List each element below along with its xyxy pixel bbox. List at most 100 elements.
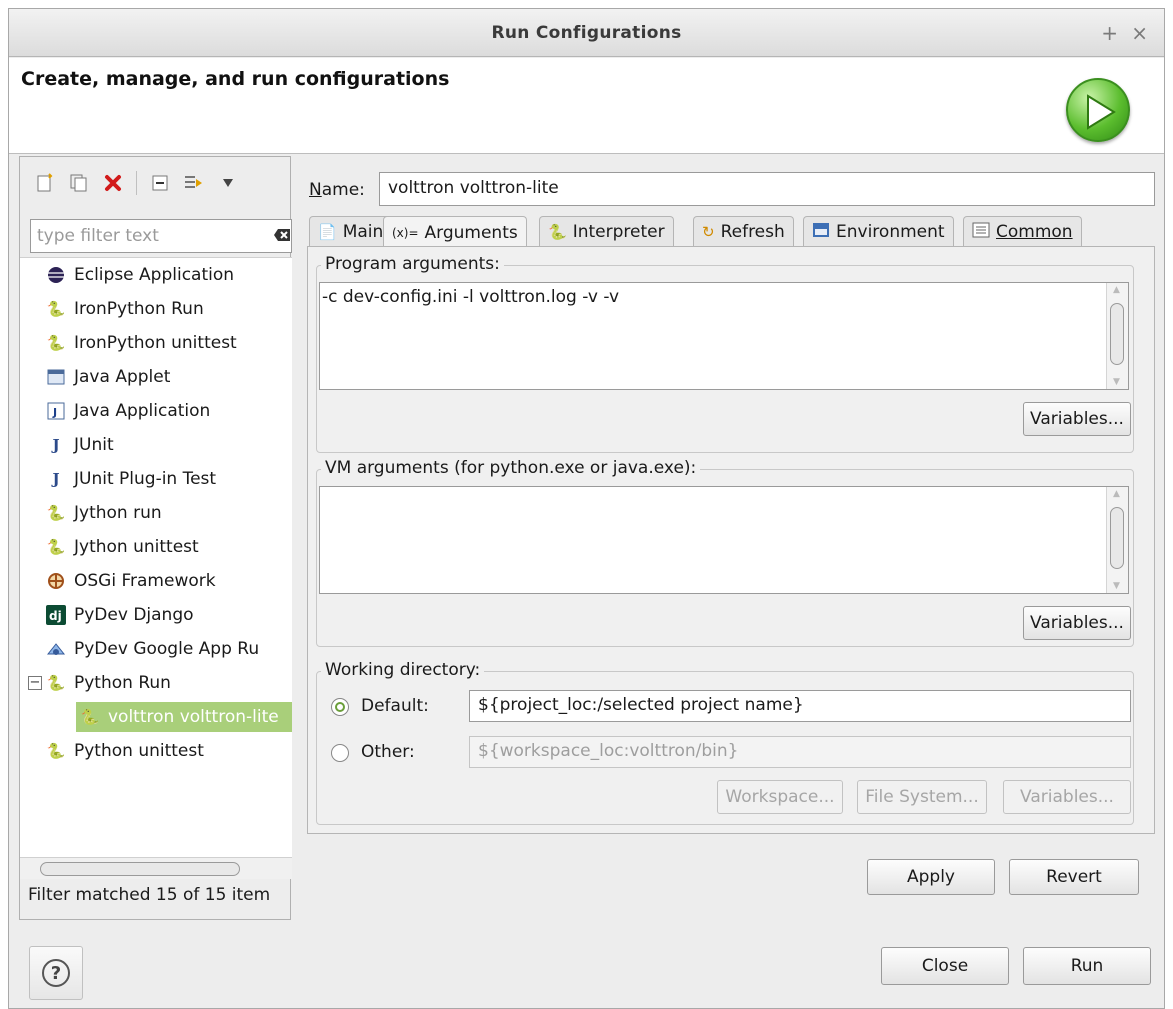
clear-filter-icon[interactable] <box>273 227 291 247</box>
program-arguments-value: -c dev-config.ini -l volttron.log -v -v <box>322 287 620 307</box>
vm-variables-button[interactable]: Variables... <box>1023 606 1131 640</box>
collapse-python-run-icon[interactable]: − <box>28 676 42 690</box>
python-unittest-icon: 🐍 <box>46 742 66 760</box>
configuration-list-panel: type filter text Eclipse Application 🐍 I… <box>19 156 292 920</box>
name-field[interactable]: volttron volttron-lite <box>379 172 1155 206</box>
banner-heading: Create, manage, and run configurations <box>21 68 450 90</box>
tab-refresh[interactable]: ↻ Refresh <box>693 216 794 246</box>
help-button[interactable]: ? <box>29 946 83 1000</box>
tree-item-label: Python Run <box>74 673 171 693</box>
filter-placeholder: type filter text <box>37 226 159 246</box>
tree-item-java-applet[interactable]: Java Applet <box>46 362 170 392</box>
program-arguments-textarea[interactable]: -c dev-config.ini -l volttron.log -v -v … <box>319 282 1129 390</box>
workspace-button[interactable]: Workspace... <box>717 780 843 814</box>
vm-arguments-textarea[interactable]: ▲ ▼ <box>319 486 1129 594</box>
scrollbar-thumb[interactable] <box>1110 507 1124 569</box>
close-icon[interactable]: × <box>1131 21 1148 45</box>
default-label: Default: <box>361 696 429 716</box>
tree-item-junit-plugin-test[interactable]: J JUnit Plug-in Test <box>46 464 216 494</box>
run-button[interactable]: Run <box>1023 947 1151 985</box>
working-dir-variables-button[interactable]: Variables... <box>1003 780 1131 814</box>
scroll-down-icon[interactable]: ▼ <box>1113 377 1120 387</box>
header-banner: Create, manage, and run configurations <box>9 58 1164 154</box>
environment-icon <box>812 222 830 242</box>
scroll-up-icon[interactable]: ▲ <box>1113 285 1120 295</box>
program-arguments-group: Program arguments: -c dev-config.ini -l … <box>316 254 1134 453</box>
refresh-icon: ↻ <box>702 222 715 241</box>
maximize-icon[interactable]: + <box>1101 21 1118 45</box>
svg-text:dj: dj <box>49 609 62 623</box>
tree-item-ironpython-unittest[interactable]: 🐍 IronPython unittest <box>46 328 237 358</box>
window-title: Run Configurations <box>491 22 682 43</box>
vm-arguments-scrollbar[interactable]: ▲ ▼ <box>1106 487 1128 593</box>
config-tabs: 📄 Main (x)= Arguments 🐍 Interpreter ↻ Re… <box>309 216 1085 248</box>
tree-item-pydev-django[interactable]: dj PyDev Django <box>46 600 194 630</box>
tree-item-python-run[interactable]: 🐍 Python Run <box>46 668 171 698</box>
vm-arguments-group: VM arguments (for python.exe or java.exe… <box>316 458 1134 647</box>
tree-item-label: PyDev Django <box>74 605 194 625</box>
tree-item-label: Java Applet <box>74 367 171 387</box>
tree-item-eclipse-application[interactable]: Eclipse Application <box>46 260 234 290</box>
vm-arguments-label: VM arguments (for python.exe or java.exe… <box>321 458 701 478</box>
svg-text:J: J <box>52 406 57 419</box>
file-system-button[interactable]: File System... <box>857 780 987 814</box>
tree-item-volttron-volttron-lite[interactable]: 🐍 volttron volttron-lite <box>76 702 292 732</box>
main-tab-icon: 📄 <box>318 222 337 241</box>
tree-item-junit[interactable]: J JUnit <box>46 430 114 460</box>
program-variables-button[interactable]: Variables... <box>1023 402 1131 436</box>
scrollbar-thumb[interactable] <box>40 862 240 876</box>
tree-item-jython-run[interactable]: 🐍 Jython run <box>46 498 162 528</box>
filter-menu-icon[interactable] <box>217 172 239 194</box>
tree-item-pydev-google-app[interactable]: PyDev Google App Ru <box>46 634 259 664</box>
other-directory-field[interactable]: ${workspace_loc:volttron/bin} <box>469 736 1131 768</box>
google-app-icon <box>46 639 66 659</box>
apply-button[interactable]: Apply <box>867 859 995 895</box>
jython-run-icon: 🐍 <box>46 504 66 522</box>
tab-label: Main <box>342 221 384 242</box>
scrollbar-thumb[interactable] <box>1110 303 1124 365</box>
tab-interpreter[interactable]: 🐍 Interpreter <box>539 216 674 246</box>
tree-item-jython-unittest[interactable]: 🐍 Jython unittest <box>46 532 199 562</box>
ironpython-run-icon: 🐍 <box>46 300 66 318</box>
tab-common[interactable]: Common <box>963 216 1082 246</box>
close-button[interactable]: Close <box>881 947 1009 985</box>
program-arguments-label: Program arguments: <box>321 254 504 274</box>
program-arguments-scrollbar[interactable]: ▲ ▼ <box>1106 283 1128 389</box>
other-radio[interactable] <box>331 744 349 762</box>
tree-item-python-unittest[interactable]: 🐍 Python unittest <box>46 736 204 766</box>
django-icon: dj <box>46 605 66 625</box>
duplicate-config-icon[interactable] <box>68 172 90 194</box>
working-directory-label: Working directory: <box>321 660 485 680</box>
tree-item-osgi-framework[interactable]: OSGi Framework <box>46 566 216 596</box>
tree-item-label: volttron volttron-lite <box>108 707 279 727</box>
scroll-down-icon[interactable]: ▼ <box>1113 581 1120 591</box>
help-icon: ? <box>42 959 70 987</box>
tree-horizontal-scrollbar[interactable] <box>20 857 292 879</box>
delete-config-icon[interactable] <box>102 172 124 194</box>
default-directory-field[interactable]: ${project_loc:/selected project name} <box>469 690 1131 722</box>
default-radio[interactable] <box>331 698 349 716</box>
run-configurations-dialog: Run Configurations + × Create, manage, a… <box>8 8 1165 1009</box>
tree-item-label: OSGi Framework <box>74 571 216 591</box>
tree-item-label: Jython run <box>74 503 162 523</box>
scroll-up-icon[interactable]: ▲ <box>1113 489 1120 499</box>
jython-unittest-icon: 🐍 <box>46 538 66 556</box>
configuration-editor: Name: volttron volttron-lite 📄 Main (x)=… <box>299 156 1159 834</box>
filter-status-text: Filter matched 15 of 15 item <box>28 885 271 905</box>
revert-button[interactable]: Revert <box>1009 859 1139 895</box>
other-label: Other: <box>361 742 415 762</box>
tree-item-ironpython-run[interactable]: 🐍 IronPython Run <box>46 294 204 324</box>
tab-main[interactable]: 📄 Main <box>309 216 393 246</box>
tab-label: Interpreter <box>572 221 665 242</box>
filter-config-icon[interactable] <box>183 172 205 194</box>
tree-item-java-application[interactable]: J Java Application <box>46 396 210 426</box>
tab-environment[interactable]: Environment <box>803 216 954 246</box>
title-bar: Run Configurations + × <box>9 9 1164 57</box>
filter-input[interactable]: type filter text <box>30 219 292 253</box>
new-config-icon[interactable] <box>34 172 56 194</box>
collapse-all-icon[interactable] <box>149 172 171 194</box>
name-label: Name: <box>309 180 365 200</box>
tree-item-label: JUnit <box>74 435 114 455</box>
run-icon <box>1066 78 1130 142</box>
tab-arguments[interactable]: (x)= Arguments <box>383 216 527 248</box>
